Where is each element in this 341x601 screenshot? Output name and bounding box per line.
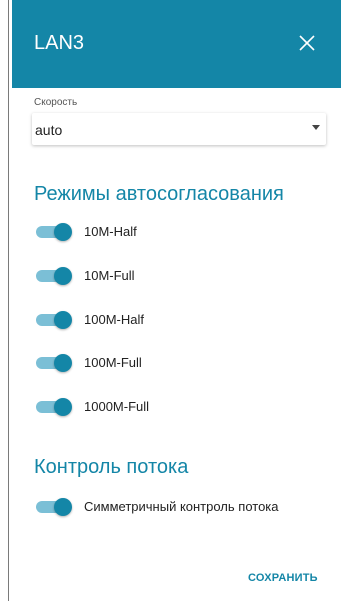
- autoneg-mode-toggle[interactable]: [36, 267, 72, 285]
- panel-header: LAN3: [12, 0, 341, 88]
- close-button[interactable]: [294, 30, 320, 56]
- autoneg-mode-label: 100M-Full: [84, 355, 142, 370]
- autoneg-mode-label: 100M-Half: [84, 312, 144, 327]
- save-button[interactable]: СОХРАНИТЬ: [248, 572, 318, 584]
- autoneg-mode-label: 1000M-Full: [84, 399, 150, 414]
- toggle-thumb: [54, 223, 72, 241]
- speed-select-value: auto: [35, 122, 63, 138]
- flow-control-row: Симметричный контроль потока: [34, 492, 324, 536]
- caret-down-icon: [312, 125, 320, 130]
- autoneg-section-title: Режимы автосогласования: [34, 183, 284, 205]
- autoneg-mode-row: 100M-Full: [34, 348, 324, 376]
- autoneg-mode-toggle[interactable]: [36, 398, 72, 416]
- toggle-thumb: [54, 498, 72, 516]
- symmetric-flow-label: Симметричный контроль потока: [84, 499, 279, 514]
- close-icon: [299, 35, 315, 51]
- speed-select[interactable]: auto: [32, 113, 326, 145]
- autoneg-mode-toggle[interactable]: [36, 311, 72, 329]
- symmetric-flow-toggle[interactable]: [36, 498, 72, 516]
- toggle-thumb: [54, 398, 72, 416]
- lan-settings-panel: LAN3 Скорость auto Режимы автосогласован…: [12, 0, 341, 601]
- flow-control-section-title: Контроль потока: [34, 456, 189, 478]
- autoneg-mode-row: 100M-Half: [34, 305, 324, 333]
- toggle-thumb: [54, 311, 72, 329]
- autoneg-mode-row: 10M-Full: [34, 261, 324, 289]
- autoneg-mode-label: 10M-Half: [84, 224, 137, 239]
- autoneg-mode-row: 1000M-Full: [34, 392, 324, 420]
- autoneg-mode-label: 10M-Full: [84, 268, 135, 283]
- autoneg-mode-row: 10M-Half: [34, 217, 324, 245]
- toggle-thumb: [54, 267, 72, 285]
- autoneg-mode-toggle[interactable]: [36, 223, 72, 241]
- left-divider: [8, 0, 9, 601]
- autoneg-mode-toggle[interactable]: [36, 354, 72, 372]
- speed-label: Скорость: [34, 97, 78, 108]
- panel-title: LAN3: [34, 32, 85, 54]
- toggle-thumb: [54, 354, 72, 372]
